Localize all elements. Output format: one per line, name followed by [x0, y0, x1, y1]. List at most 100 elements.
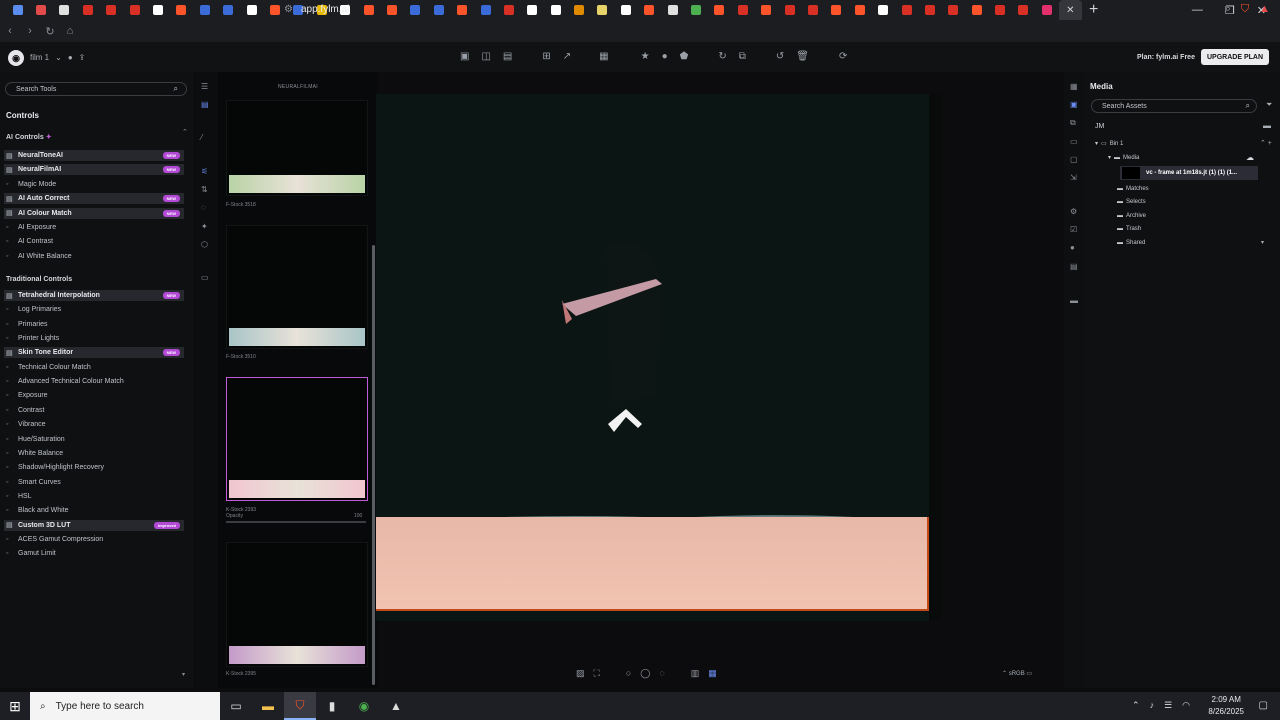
media-folder-node[interactable]: ▾ ▬ Media: [1108, 154, 1139, 162]
browser-tab[interactable]: [871, 0, 894, 20]
url-field[interactable]: ⚙ app.fylm.ai: [284, 4, 349, 15]
info-icon[interactable]: ●: [1070, 243, 1075, 252]
new-tab-icon[interactable]: +: [1082, 0, 1105, 20]
browser-tab[interactable]: [638, 0, 661, 20]
sync-icon[interactable]: ⟳: [839, 51, 847, 62]
fit-icon[interactable]: ⛶: [594, 668, 600, 679]
bin-actions-icon[interactable]: ⌃ +: [1260, 139, 1272, 147]
folder-node[interactable]: ▬ Archive: [1117, 213, 1146, 219]
browser-tab[interactable]: [53, 0, 76, 20]
search-tools-input[interactable]: Search Tools ⌕: [5, 82, 187, 96]
browser-tab[interactable]: [450, 0, 473, 20]
browser-tab[interactable]: [942, 0, 965, 20]
volume-icon[interactable]: ♪: [1150, 700, 1155, 711]
control-item[interactable]: ◦ AI Exposure: [4, 222, 184, 233]
folder-node[interactable]: ▬ Matches: [1117, 186, 1149, 192]
browser-tab[interactable]: [544, 0, 567, 20]
collapse-icon[interactable]: ⌃: [182, 128, 188, 136]
close-tab-icon[interactable]: ✕: [1066, 5, 1074, 16]
control-item[interactable]: ◦ Advanced Technical Colour Match: [4, 376, 184, 387]
export-icon[interactable]: ⇲: [1070, 173, 1077, 182]
image-viewer[interactable]: [376, 94, 941, 621]
circle-option-2-icon[interactable]: ◯: [640, 668, 650, 679]
browser-tab[interactable]: [708, 0, 731, 20]
redo-icon[interactable]: ↗: [563, 51, 571, 62]
project-menu[interactable]: film 1 ⌄ ● ⇪: [30, 53, 85, 62]
taskbar-search[interactable]: ⌕ Type here to search: [30, 692, 220, 720]
browser-tab[interactable]: [825, 0, 848, 20]
browser-tab[interactable]: [755, 0, 778, 20]
control-item[interactable]: ◦ Printer Lights: [4, 333, 184, 344]
crop-icon[interactable]: ▣: [460, 51, 469, 62]
browser-tab[interactable]: [521, 0, 544, 20]
trash-icon[interactable]: 🗑: [796, 51, 809, 62]
sparkle-icon[interactable]: ✦: [201, 222, 208, 231]
control-item[interactable]: ◦ Hue/Saturation: [4, 434, 184, 445]
film-thumbnail[interactable]: [226, 377, 368, 501]
browser-tab[interactable]: [357, 0, 380, 20]
browser-tab[interactable]: [240, 0, 263, 20]
film-thumbnail[interactable]: [226, 542, 368, 667]
browser-tab[interactable]: [1035, 0, 1058, 20]
bin-node[interactable]: ▾ ▭ Bin 1: [1095, 140, 1123, 148]
forward-icon[interactable]: ›: [20, 25, 40, 37]
folder-icon[interactable]: ▤: [503, 51, 512, 62]
folder-node[interactable]: ▬ Shared: [1117, 240, 1145, 246]
bell-icon[interactable]: ●: [68, 53, 73, 62]
grid-icon[interactable]: ▦: [1070, 82, 1078, 91]
chrome-icon[interactable]: ◉: [348, 692, 380, 720]
browser-tab[interactable]: [848, 0, 871, 20]
film-icon[interactable]: ▭: [201, 273, 209, 282]
colorspace-select[interactable]: ⌃ sRGB ▭: [1002, 670, 1032, 677]
browser-tab[interactable]: [29, 0, 52, 20]
browser-tab[interactable]: [193, 0, 216, 20]
control-item[interactable]: ◦ Log Primaries: [4, 304, 184, 315]
browser-tab[interactable]: [918, 0, 941, 20]
control-item[interactable]: ◦ Contrast: [4, 405, 184, 416]
layers-icon[interactable]: ▭: [1070, 137, 1078, 146]
browser-tab[interactable]: [170, 0, 193, 20]
taskbar-clock[interactable]: 2:09 AM 8/26/2025: [1208, 694, 1244, 718]
browser-tab[interactable]: [146, 0, 169, 20]
copy-icon[interactable]: ⧉: [1070, 118, 1076, 128]
control-item[interactable]: ◦ White Balance: [4, 448, 184, 459]
wifi-icon[interactable]: ◠: [1182, 700, 1190, 711]
control-item[interactable]: ▤ AI Auto Correct NEW: [4, 193, 184, 205]
cube-icon[interactable]: ⬡: [201, 240, 208, 249]
frame-icon[interactable]: ▦: [599, 51, 608, 62]
browser-tab[interactable]: [731, 0, 754, 20]
comment-icon[interactable]: ▢: [1070, 155, 1078, 164]
undo-icon[interactable]: ↺: [776, 51, 784, 62]
rewards-icon[interactable]: ▲: [1259, 3, 1270, 16]
browser-tab[interactable]: [123, 0, 146, 20]
browser-tab[interactable]: [801, 0, 824, 20]
control-item[interactable]: ▤ Tetrahedral Interpolation NEW: [4, 290, 184, 301]
opacity-slider[interactable]: [226, 521, 366, 523]
dot-icon[interactable]: ●: [662, 51, 668, 62]
control-item[interactable]: ◦ AI White Balance: [4, 251, 184, 262]
tag-icon[interactable]: ⬟: [680, 51, 689, 62]
media-icon[interactable]: ▣: [1070, 100, 1078, 109]
zoom-icon[interactable]: ⊞: [542, 51, 550, 62]
control-item[interactable]: ◦ AI Contrast: [4, 236, 184, 247]
control-item[interactable]: ◦ Shadow/Highlight Recovery: [4, 462, 184, 473]
clipboard-icon[interactable]: ▤: [1070, 262, 1078, 271]
browser-tab[interactable]: [661, 0, 684, 20]
browser-tab[interactable]: [1012, 0, 1035, 20]
control-item[interactable]: ▤ Skin Tone Editor NEW: [4, 347, 184, 359]
brave-browser-icon[interactable]: ⛉: [284, 692, 316, 720]
browser-tab[interactable]: [217, 0, 240, 20]
browser-tab[interactable]: [684, 0, 707, 20]
task-view-icon[interactable]: ▭: [220, 692, 252, 720]
home-icon[interactable]: ⌂: [60, 25, 80, 37]
image-icon[interactable]: ▨: [576, 668, 585, 679]
control-item[interactable]: ◦ Gamut Limit: [4, 548, 184, 559]
sliders-icon[interactable]: ⇅: [201, 185, 208, 194]
layers-icon[interactable]: ⧉: [739, 51, 746, 62]
browser-tab[interactable]: [497, 0, 520, 20]
film-thumbnail[interactable]: [226, 100, 368, 196]
folder-node[interactable]: ▬ Trash: [1117, 226, 1141, 232]
thumbnails-scrollbar[interactable]: [372, 245, 375, 685]
control-item[interactable]: ◦ HSL: [4, 491, 184, 502]
circle-option-1-icon[interactable]: ○: [626, 668, 631, 679]
